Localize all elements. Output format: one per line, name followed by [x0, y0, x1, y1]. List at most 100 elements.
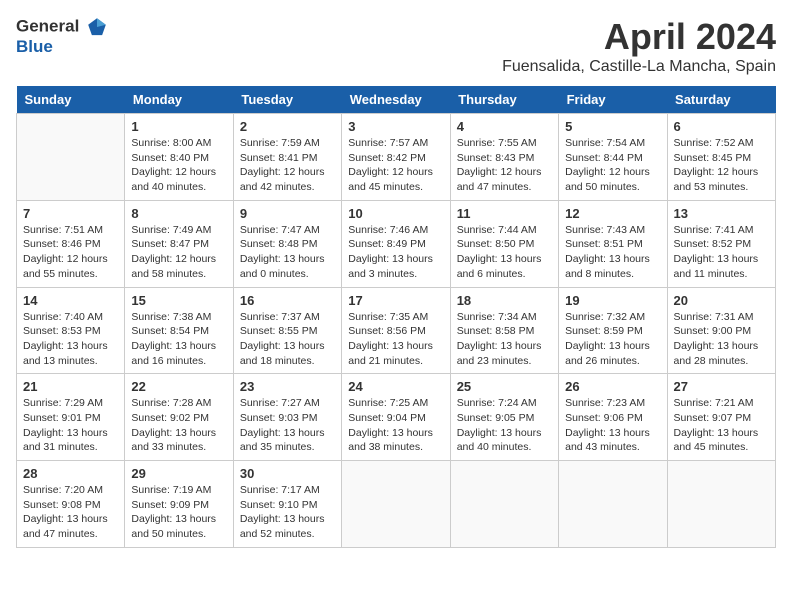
cell-info: Sunrise: 7:49 AMSunset: 8:47 PMDaylight:…	[131, 223, 226, 282]
calendar-cell: 10 Sunrise: 7:46 AMSunset: 8:49 PMDayligh…	[342, 200, 450, 287]
cell-info: Sunrise: 8:00 AMSunset: 8:40 PMDaylight:…	[131, 136, 226, 195]
cell-info: Sunrise: 7:57 AMSunset: 8:42 PMDaylight:…	[348, 136, 443, 195]
day-number: 3	[348, 119, 443, 134]
title-area: April 2024 Fuensalida, Castille-La Manch…	[502, 16, 776, 76]
day-number: 23	[240, 379, 335, 394]
calendar-cell: 9 Sunrise: 7:47 AMSunset: 8:48 PMDaylight…	[233, 200, 341, 287]
day-number: 16	[240, 293, 335, 308]
cell-info: Sunrise: 7:17 AMSunset: 9:10 PMDaylight:…	[240, 483, 335, 542]
calendar-cell: 2 Sunrise: 7:59 AMSunset: 8:41 PMDaylight…	[233, 114, 341, 201]
weekday-header-wednesday: Wednesday	[342, 86, 450, 114]
cell-info: Sunrise: 7:40 AMSunset: 8:53 PMDaylight:…	[23, 310, 118, 369]
calendar-cell: 24 Sunrise: 7:25 AMSunset: 9:04 PMDayligh…	[342, 374, 450, 461]
cell-info: Sunrise: 7:24 AMSunset: 9:05 PMDaylight:…	[457, 396, 552, 455]
cell-info: Sunrise: 7:19 AMSunset: 9:09 PMDaylight:…	[131, 483, 226, 542]
cell-info: Sunrise: 7:34 AMSunset: 8:58 PMDaylight:…	[457, 310, 552, 369]
day-number: 9	[240, 206, 335, 221]
day-number: 25	[457, 379, 552, 394]
calendar-cell	[559, 461, 667, 548]
calendar-cell: 11Sunrise: 7:44 AMSunset: 8:50 PMDayligh…	[450, 200, 558, 287]
day-number: 29	[131, 466, 226, 481]
weekday-header-friday: Friday	[559, 86, 667, 114]
cell-info: Sunrise: 7:55 AMSunset: 8:43 PMDaylight:…	[457, 136, 552, 195]
calendar-cell	[667, 461, 775, 548]
cell-info: Sunrise: 7:47 AMSunset: 8:48 PMDaylight:…	[240, 223, 335, 282]
day-number: 17	[348, 293, 443, 308]
day-number: 30	[240, 466, 335, 481]
calendar-cell	[17, 114, 125, 201]
day-number: 12	[565, 206, 660, 221]
calendar-cell: 21 Sunrise: 7:29 AMSunset: 9:01 PMDayligh…	[17, 374, 125, 461]
day-number: 4	[457, 119, 552, 134]
location-title: Fuensalida, Castille-La Mancha, Spain	[502, 58, 776, 76]
cell-info: Sunrise: 7:27 AMSunset: 9:03 PMDaylight:…	[240, 396, 335, 455]
day-number: 28	[23, 466, 118, 481]
day-number: 8	[131, 206, 226, 221]
cell-info: Sunrise: 7:44 AMSunset: 8:50 PMDaylight:…	[457, 223, 552, 282]
calendar-cell: 15 Sunrise: 7:38 AMSunset: 8:54 PMDayligh…	[125, 287, 233, 374]
calendar-cell: 26Sunrise: 7:23 AMSunset: 9:06 PMDayligh…	[559, 374, 667, 461]
day-number: 10	[348, 206, 443, 221]
weekday-header-tuesday: Tuesday	[233, 86, 341, 114]
cell-info: Sunrise: 7:38 AMSunset: 8:54 PMDaylight:…	[131, 310, 226, 369]
calendar-cell: 8 Sunrise: 7:49 AMSunset: 8:47 PMDaylight…	[125, 200, 233, 287]
calendar-week-1: 1 Sunrise: 8:00 AMSunset: 8:40 PMDaylight…	[17, 114, 776, 201]
calendar-cell: 20 Sunrise: 7:31 AMSunset: 9:00 PMDayligh…	[667, 287, 775, 374]
cell-info: Sunrise: 7:46 AMSunset: 8:49 PMDaylight:…	[348, 223, 443, 282]
day-number: 18	[457, 293, 552, 308]
calendar-cell: 29 Sunrise: 7:19 AMSunset: 9:09 PMDayligh…	[125, 461, 233, 548]
calendar-cell: 27 Sunrise: 7:21 AMSunset: 9:07 PMDayligh…	[667, 374, 775, 461]
cell-info: Sunrise: 7:43 AMSunset: 8:51 PMDaylight:…	[565, 223, 660, 282]
cell-info: Sunrise: 7:37 AMSunset: 8:55 PMDaylight:…	[240, 310, 335, 369]
day-number: 5	[565, 119, 660, 134]
logo: General Blue	[16, 16, 108, 57]
calendar-cell: 19Sunrise: 7:32 AMSunset: 8:59 PMDayligh…	[559, 287, 667, 374]
day-number: 27	[674, 379, 769, 394]
day-number: 26	[565, 379, 660, 394]
day-number: 22	[131, 379, 226, 394]
calendar-cell: 13 Sunrise: 7:41 AMSunset: 8:52 PMDayligh…	[667, 200, 775, 287]
calendar-cell: 16 Sunrise: 7:37 AMSunset: 8:55 PMDayligh…	[233, 287, 341, 374]
cell-info: Sunrise: 7:59 AMSunset: 8:41 PMDaylight:…	[240, 136, 335, 195]
cell-info: Sunrise: 7:25 AMSunset: 9:04 PMDaylight:…	[348, 396, 443, 455]
day-number: 15	[131, 293, 226, 308]
day-number: 14	[23, 293, 118, 308]
day-number: 24	[348, 379, 443, 394]
cell-info: Sunrise: 7:31 AMSunset: 9:00 PMDaylight:…	[674, 310, 769, 369]
calendar-cell: 28 Sunrise: 7:20 AMSunset: 9:08 PMDayligh…	[17, 461, 125, 548]
cell-info: Sunrise: 7:52 AMSunset: 8:45 PMDaylight:…	[674, 136, 769, 195]
calendar-cell	[450, 461, 558, 548]
calendar-cell: 6 Sunrise: 7:52 AMSunset: 8:45 PMDaylight…	[667, 114, 775, 201]
day-number: 6	[674, 119, 769, 134]
day-number: 21	[23, 379, 118, 394]
calendar-cell: 25 Sunrise: 7:24 AMSunset: 9:05 PMDayligh…	[450, 374, 558, 461]
logo-general: General	[16, 16, 79, 35]
day-number: 20	[674, 293, 769, 308]
cell-info: Sunrise: 7:20 AMSunset: 9:08 PMDaylight:…	[23, 483, 118, 542]
calendar-cell: 12 Sunrise: 7:43 AMSunset: 8:51 PMDayligh…	[559, 200, 667, 287]
calendar-week-3: 14 Sunrise: 7:40 AMSunset: 8:53 PMDayligh…	[17, 287, 776, 374]
logo-blue: Blue	[16, 37, 53, 56]
calendar-cell: 23 Sunrise: 7:27 AMSunset: 9:03 PMDayligh…	[233, 374, 341, 461]
cell-info: Sunrise: 7:29 AMSunset: 9:01 PMDaylight:…	[23, 396, 118, 455]
cell-info: Sunrise: 7:35 AMSunset: 8:56 PMDaylight:…	[348, 310, 443, 369]
calendar-cell: 5 Sunrise: 7:54 AMSunset: 8:44 PMDaylight…	[559, 114, 667, 201]
cell-info: Sunrise: 7:51 AMSunset: 8:46 PMDaylight:…	[23, 223, 118, 282]
day-number: 7	[23, 206, 118, 221]
day-number: 2	[240, 119, 335, 134]
calendar-cell: 1 Sunrise: 8:00 AMSunset: 8:40 PMDaylight…	[125, 114, 233, 201]
day-number: 1	[131, 119, 226, 134]
calendar-cell: 7 Sunrise: 7:51 AMSunset: 8:46 PMDaylight…	[17, 200, 125, 287]
calendar-cell	[342, 461, 450, 548]
day-number: 13	[674, 206, 769, 221]
weekday-header-monday: Monday	[125, 86, 233, 114]
calendar-cell: 18 Sunrise: 7:34 AMSunset: 8:58 PMDayligh…	[450, 287, 558, 374]
calendar-week-2: 7 Sunrise: 7:51 AMSunset: 8:46 PMDaylight…	[17, 200, 776, 287]
calendar-week-4: 21 Sunrise: 7:29 AMSunset: 9:01 PMDayligh…	[17, 374, 776, 461]
calendar-cell: 30 Sunrise: 7:17 AMSunset: 9:10 PMDayligh…	[233, 461, 341, 548]
cell-info: Sunrise: 7:54 AMSunset: 8:44 PMDaylight:…	[565, 136, 660, 195]
cell-info: Sunrise: 7:41 AMSunset: 8:52 PMDaylight:…	[674, 223, 769, 282]
cell-info: Sunrise: 7:28 AMSunset: 9:02 PMDaylight:…	[131, 396, 226, 455]
cell-info: Sunrise: 7:21 AMSunset: 9:07 PMDaylight:…	[674, 396, 769, 455]
calendar-cell: 4 Sunrise: 7:55 AMSunset: 8:43 PMDaylight…	[450, 114, 558, 201]
